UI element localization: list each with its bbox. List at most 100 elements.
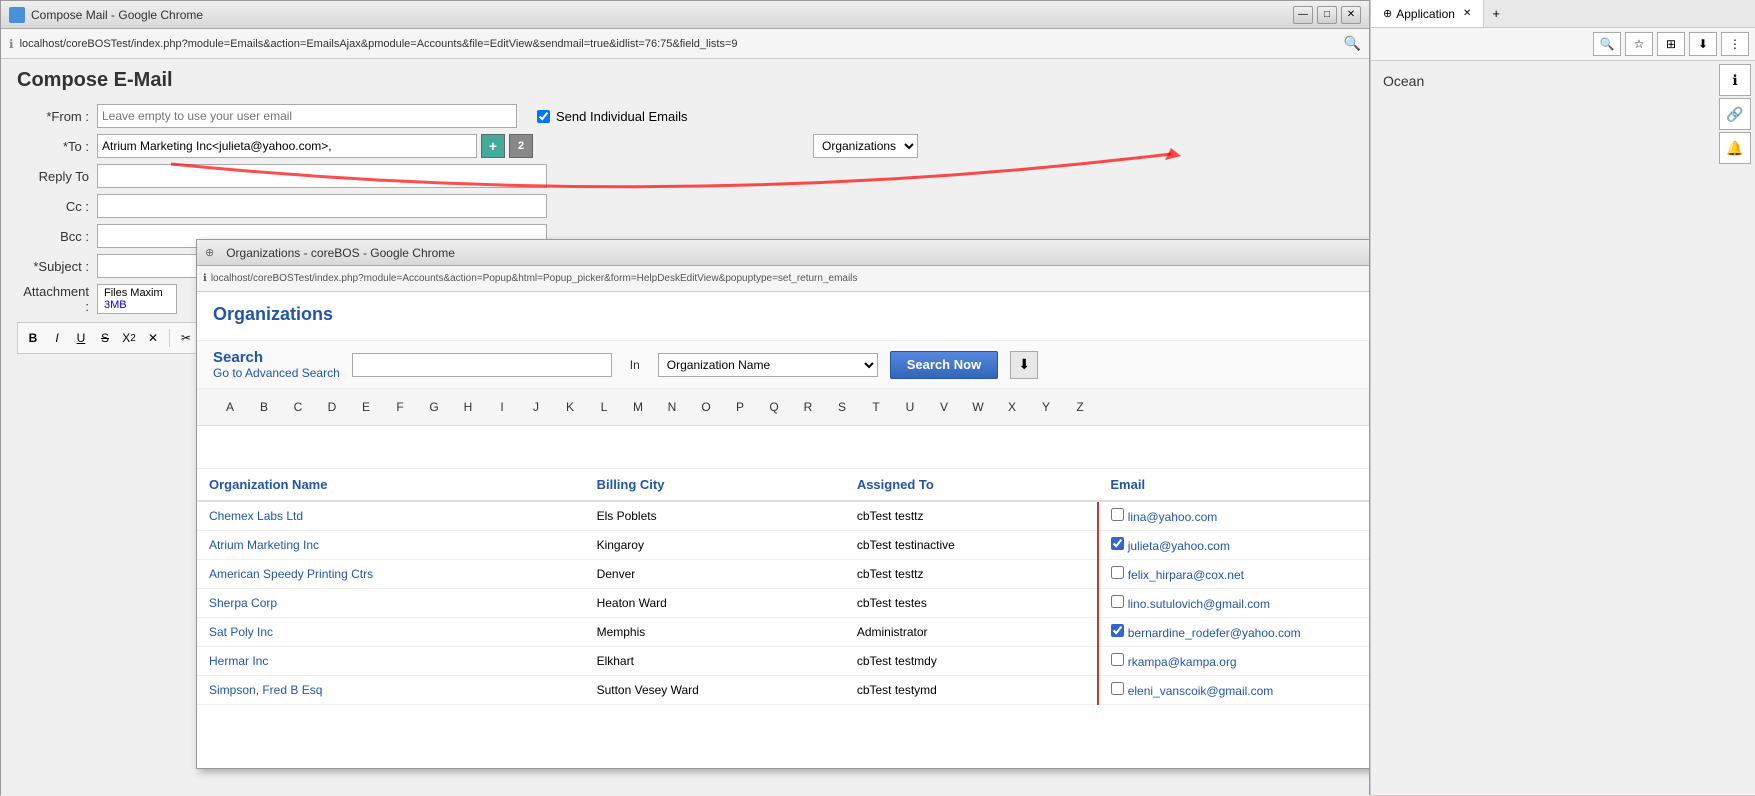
alpha-m[interactable]: M — [621, 395, 655, 419]
alpha-y[interactable]: Y — [1029, 395, 1063, 419]
org-name-cell: Atrium Marketing Inc — [197, 531, 585, 560]
search-input[interactable] — [352, 353, 612, 377]
col-email[interactable]: Email — [1098, 469, 1369, 501]
org-name-link[interactable]: Simpson, Fred B Esq — [209, 683, 322, 697]
alpha-c[interactable]: C — [281, 395, 315, 419]
close-format-button[interactable]: ✕ — [142, 327, 164, 349]
org-name-cell: Sat Poly Inc — [197, 618, 585, 647]
email-checkbox[interactable] — [1111, 537, 1124, 550]
col-billing-city[interactable]: Billing City — [585, 469, 845, 501]
alpha-u[interactable]: U — [893, 395, 927, 419]
org-name-link[interactable]: American Speedy Printing Ctrs — [209, 567, 373, 581]
org-name-link[interactable]: Chemex Labs Ltd — [209, 509, 303, 523]
star-button[interactable]: ☆ — [1625, 32, 1653, 56]
alpha-f[interactable]: F — [383, 395, 417, 419]
in-select[interactable]: Organization Name — [658, 353, 878, 377]
email-checkbox[interactable] — [1111, 508, 1124, 521]
table-row: Hermar IncElkhartcbTest testmdy rkampa@k… — [197, 647, 1369, 676]
minimize-button[interactable]: — — [1293, 6, 1313, 24]
email-link[interactable]: julieta@yahoo.com — [1128, 539, 1230, 553]
alpha-s[interactable]: S — [825, 395, 859, 419]
url-text[interactable]: localhost/coreBOSTest/index.php?module=E… — [20, 38, 738, 50]
send-to-row: SEND TO — [197, 426, 1369, 469]
email-link[interactable]: lina@yahoo.com — [1128, 510, 1218, 524]
organizations-select[interactable]: Organizations — [813, 134, 918, 158]
italic-button[interactable]: I — [46, 327, 68, 349]
email-link[interactable]: bernardine_rodefer@yahoo.com — [1128, 626, 1301, 640]
bold-button[interactable]: B — [22, 327, 44, 349]
add-to-button[interactable]: + — [481, 134, 505, 158]
alpha-i[interactable]: I — [485, 395, 519, 419]
email-checkbox[interactable] — [1111, 653, 1124, 666]
org-name-link[interactable]: Sat Poly Inc — [209, 625, 273, 639]
alpha-w[interactable]: W — [961, 395, 995, 419]
email-checkbox[interactable] — [1111, 624, 1124, 637]
link-icon-button[interactable]: 🔗 — [1719, 98, 1751, 130]
alpha-t[interactable]: T — [859, 395, 893, 419]
popup-url-text[interactable]: localhost/coreBOSTest/index.php?module=A… — [211, 273, 858, 284]
alpha-g[interactable]: G — [417, 395, 451, 419]
advanced-search-link[interactable]: Go to Advanced Search — [213, 366, 340, 380]
underline-button[interactable]: U — [70, 327, 92, 349]
email-link[interactable]: lino.sutulovich@gmail.com — [1128, 597, 1270, 611]
popup-org-title: Organizations — [213, 304, 333, 325]
org-name-link[interactable]: Atrium Marketing Inc — [209, 538, 319, 552]
email-link[interactable]: felix_hirpara@cox.net — [1128, 568, 1244, 582]
email-checkbox[interactable] — [1111, 682, 1124, 695]
cc-input[interactable] — [97, 194, 547, 218]
email-link[interactable]: rkampa@kampa.org — [1128, 655, 1237, 669]
billing-city-cell: Elkhart — [585, 647, 845, 676]
alpha-h[interactable]: H — [451, 395, 485, 419]
email-checkbox[interactable] — [1111, 595, 1124, 608]
org-name-link[interactable]: Hermar Inc — [209, 654, 268, 668]
close-button[interactable]: ✕ — [1341, 6, 1361, 24]
col-org-name[interactable]: Organization Name — [197, 469, 585, 501]
org-name-link[interactable]: Sherpa Corp — [209, 596, 277, 610]
save-button-right[interactable]: ⬇ — [1689, 32, 1717, 56]
more-button[interactable]: ⋮ — [1721, 32, 1749, 56]
alpha-n[interactable]: N — [655, 395, 689, 419]
col-assigned-to[interactable]: Assigned To — [845, 469, 1099, 501]
organizations-table-container[interactable]: Organization Name Billing City Assigned … — [197, 469, 1369, 768]
table-row: Chemex Labs LtdEls PobletscbTest testtz … — [197, 501, 1369, 531]
alpha-d[interactable]: D — [315, 395, 349, 419]
send-individual-checkbox[interactable] — [537, 110, 550, 123]
alpha-v[interactable]: V — [927, 395, 961, 419]
alpha-e[interactable]: E — [349, 395, 383, 419]
assigned-to-cell: cbTest testymd — [845, 676, 1099, 705]
alpha-z[interactable]: Z — [1063, 395, 1097, 419]
info-icon-button[interactable]: ℹ — [1719, 64, 1751, 96]
alpha-x[interactable]: X — [995, 395, 1029, 419]
alpha-o[interactable]: O — [689, 395, 723, 419]
popup-tab-icon: ⊕ — [205, 246, 214, 259]
alpha-p[interactable]: P — [723, 395, 757, 419]
alpha-l[interactable]: L — [587, 395, 621, 419]
alpha-q[interactable]: Q — [757, 395, 791, 419]
search-now-button[interactable]: Search Now — [890, 351, 998, 379]
bell-icon-button[interactable]: 🔔 — [1719, 132, 1751, 164]
to-input[interactable] — [97, 134, 477, 158]
to-count-button[interactable]: 2 — [509, 134, 533, 158]
email-checkbox[interactable] — [1111, 566, 1124, 579]
alpha-j[interactable]: J — [519, 395, 553, 419]
new-tab-button[interactable]: + — [1484, 0, 1508, 27]
zoom-button[interactable]: 🔍 — [1593, 32, 1621, 56]
ocean-text: Ocean — [1383, 73, 1424, 89]
alpha-k[interactable]: K — [553, 395, 587, 419]
application-tab-close[interactable]: ✕ — [1463, 8, 1471, 19]
reply-to-input[interactable] — [97, 164, 547, 188]
strikethrough-button[interactable]: S — [94, 327, 116, 349]
alpha-a[interactable]: A — [213, 395, 247, 419]
maximize-button[interactable]: □ — [1317, 6, 1337, 24]
application-tab[interactable]: ⊕ Application ✕ — [1371, 0, 1484, 27]
alpha-r[interactable]: R — [791, 395, 825, 419]
alpha-b[interactable]: B — [247, 395, 281, 419]
from-input[interactable] — [97, 104, 517, 128]
export-icon[interactable]: ⬇ — [1010, 351, 1038, 379]
email-cell: julieta@yahoo.com — [1098, 531, 1369, 560]
email-link[interactable]: eleni_vanscoik@gmail.com — [1128, 684, 1274, 698]
email-cell: lina@yahoo.com — [1098, 501, 1369, 531]
cast-button[interactable]: ⊞ — [1657, 32, 1685, 56]
cut-button[interactable]: ✂ — [175, 327, 197, 349]
subscript-button[interactable]: X2 — [118, 327, 140, 349]
